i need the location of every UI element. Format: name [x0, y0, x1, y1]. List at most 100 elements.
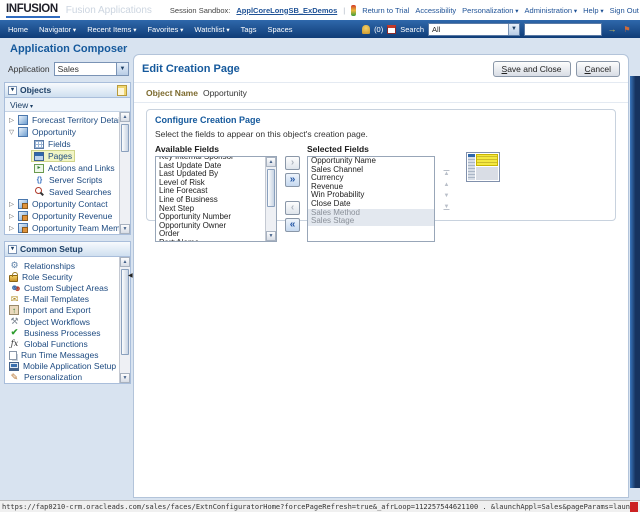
common-setup-item[interactable]: Object Workflows — [9, 316, 117, 327]
global-link[interactable]: Accessibility — [415, 6, 456, 15]
cancel-button[interactable]: Cancel — [576, 61, 620, 77]
edit-creation-page-title: Edit Creation Page — [142, 63, 240, 75]
tree-item[interactable]: Opportunity Revenue — [7, 210, 117, 222]
mail-icon — [9, 294, 20, 305]
chevron-down-icon[interactable]: ▼ — [116, 63, 128, 75]
nav-item[interactable]: Favorites — [147, 25, 183, 34]
global-link[interactable]: Return to Trial — [362, 6, 409, 15]
move-down-button[interactable] — [441, 192, 452, 200]
reorder-buttons — [441, 170, 452, 211]
search-go-button[interactable]: → — [606, 23, 618, 35]
move-all-left-button[interactable] — [285, 218, 300, 232]
tree-scrollbar — [119, 112, 130, 234]
expand-toggle-icon[interactable] — [7, 128, 16, 136]
scrollbar-thumb[interactable] — [267, 169, 275, 207]
nav-item[interactable]: Tags — [241, 25, 257, 34]
tree-item[interactable]: Opportunity Contact — [7, 198, 117, 210]
global-link[interactable]: Administration — [525, 6, 578, 15]
collapse-icon[interactable]: ▾ — [8, 245, 17, 254]
tree-item[interactable]: Fields — [7, 138, 117, 150]
cube-rel-icon — [18, 199, 28, 209]
move-right-button[interactable] — [285, 156, 300, 170]
preview-sidebar-region — [468, 154, 475, 180]
common-setup-item[interactable]: Run Time Messages — [9, 350, 117, 361]
panel-splitter-collapse[interactable]: ◀ — [128, 272, 133, 279]
available-fields-scrollbar — [265, 157, 276, 241]
common-setup-item[interactable]: Role Security — [9, 271, 117, 282]
application-label: Application — [8, 64, 50, 74]
tree-item[interactable]: Pages — [7, 150, 117, 162]
expand-toggle-icon[interactable] — [7, 116, 16, 124]
common-setup-item[interactable]: Global Functions — [9, 338, 117, 349]
move-all-right-button[interactable] — [285, 173, 300, 187]
nav-item[interactable]: Watchlist — [194, 25, 229, 34]
edit-object-icon[interactable] — [117, 85, 127, 96]
expand-toggle-icon[interactable] — [7, 200, 16, 208]
nav-item[interactable]: Spaces — [267, 25, 292, 34]
global-link[interactable]: Help — [583, 6, 604, 15]
global-link[interactable]: Sign Out — [610, 6, 639, 15]
move-up-button[interactable] — [441, 181, 452, 189]
common-setup-item[interactable]: Mobile Application Setup — [9, 361, 117, 372]
search-small-icon — [34, 187, 45, 198]
global-link[interactable]: Personalization — [462, 6, 518, 15]
tree-item[interactable]: Saved Searches — [7, 186, 117, 198]
available-fields-label: Available Fields — [155, 144, 277, 154]
notifications-bell-icon[interactable] — [362, 25, 370, 34]
common-setup-item[interactable]: Relationships — [9, 260, 117, 271]
nav-item[interactable]: Recent Items — [87, 25, 136, 34]
notification-count: (0) — [374, 25, 383, 34]
instruction-text: Select the fields to appear on this obje… — [155, 129, 607, 139]
docs-icon — [9, 351, 17, 360]
scroll-down-button[interactable] — [266, 231, 276, 241]
advanced-search-icon[interactable]: ⚑ — [622, 23, 632, 35]
expand-toggle-icon[interactable] — [7, 212, 16, 220]
common-setup-header[interactable]: ▾ Common Setup — [5, 242, 130, 257]
save-and-close-button[interactable]: Save and Close — [493, 61, 571, 77]
nav-item[interactable]: Home — [8, 25, 28, 34]
collapse-icon[interactable]: ▾ — [8, 86, 17, 95]
tree-item[interactable]: Opportunity Team Member — [7, 222, 117, 234]
tree-item[interactable]: Forecast Territory Details — [7, 114, 117, 126]
global-link-list: Return to Trial Accessibility Personalizat… — [362, 6, 639, 15]
scroll-up-button[interactable] — [120, 257, 130, 267]
scrollbar-thumb[interactable] — [121, 269, 129, 355]
selected-fields-list: Opportunity NameSales ChannelCurrencyRev… — [307, 156, 435, 242]
calendar-icon[interactable] — [387, 25, 396, 34]
scroll-up-button[interactable] — [120, 112, 130, 122]
tree-item[interactable]: Actions and Links — [7, 162, 117, 174]
object-name-row: Object Name Opportunity — [134, 83, 628, 103]
page-layout-preview — [466, 152, 500, 182]
move-to-bottom-button[interactable] — [441, 203, 452, 211]
common-setup-item[interactable]: E-Mail Templates — [9, 294, 117, 305]
scroll-up-button[interactable] — [266, 157, 276, 167]
chevron-down-icon[interactable]: ▼ — [508, 24, 519, 35]
search-input[interactable] — [524, 23, 602, 36]
application-window: INFUSION Fusion Applications Session San… — [0, 0, 640, 512]
common-setup-item[interactable]: Import and Export — [9, 305, 117, 316]
objects-panel-header[interactable]: ▾ Objects — [5, 83, 130, 98]
move-left-button[interactable] — [285, 201, 300, 215]
global-links: Session Sandbox: ApplCoreLongSB_ExDemos … — [170, 5, 640, 16]
nav-item[interactable]: Navigator — [39, 25, 76, 34]
application-select[interactable]: Sales ▼ — [54, 62, 129, 76]
scrollbar-thumb[interactable] — [121, 124, 129, 152]
expand-toggle-icon[interactable] — [7, 224, 16, 232]
search-scope-select[interactable]: All ▼ — [428, 23, 520, 36]
common-setup-item[interactable]: Business Processes — [9, 327, 117, 338]
common-setup-item[interactable]: Custom Subject Areas — [9, 282, 117, 293]
common-setup-panel: ▾ Common Setup Relationships Role Securi… — [4, 241, 131, 384]
view-menu-button[interactable]: View — [10, 100, 33, 110]
available-field-option[interactable]: PartyName — [156, 239, 264, 242]
scroll-down-button[interactable] — [120, 224, 130, 234]
application-value: Sales — [58, 64, 79, 74]
move-to-top-button[interactable] — [441, 170, 452, 178]
session-sandbox-link[interactable]: ApplCoreLongSB_ExDemos — [236, 6, 337, 15]
actions-icon — [34, 164, 44, 173]
separator: | — [343, 6, 345, 15]
tree-item[interactable]: Server Scripts — [7, 174, 117, 186]
tree-item[interactable]: Opportunity — [7, 126, 117, 138]
scroll-down-button[interactable] — [120, 373, 130, 383]
status-bar: https://fap0210-crm.oracleads.com/sales/… — [0, 500, 640, 512]
common-setup-item[interactable]: Personalization — [9, 372, 117, 383]
